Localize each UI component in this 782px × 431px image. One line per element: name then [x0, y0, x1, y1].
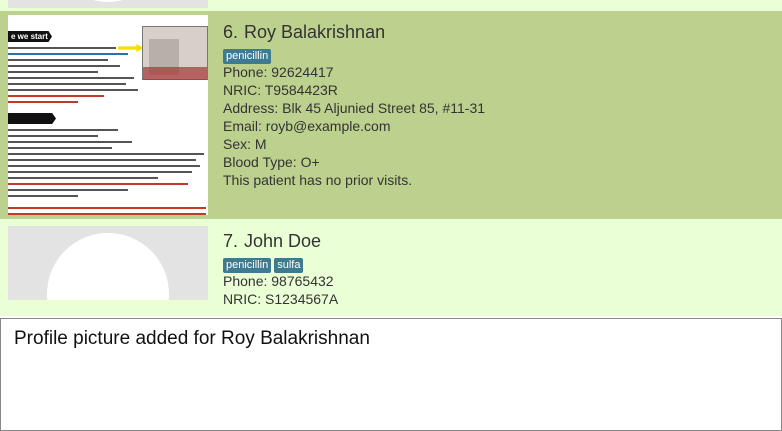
- tag-badge: sulfa: [274, 258, 304, 273]
- profile-picture-document: e we start: [8, 15, 208, 215]
- sex-field: Sex: M: [223, 136, 267, 152]
- default-avatar-icon: [47, 233, 169, 300]
- patient-card-selected[interactable]: e we start 6. Roy Balakrishnan penicilli…: [0, 11, 782, 219]
- doc-banner: e we start: [8, 31, 52, 42]
- nric-field: NRIC: S1234567A: [223, 291, 339, 307]
- result-message: Profile picture added for Roy Balakrishn…: [14, 328, 370, 349]
- doc-banner-text: e we start: [11, 32, 48, 41]
- patient-card-previous[interactable]: [0, 0, 782, 11]
- tag-list: penicillin: [223, 46, 485, 64]
- patient-name: 7. John Doe: [223, 229, 338, 253]
- address-field: Address: Blk 45 Aljunied Street 85, #11-…: [223, 100, 486, 116]
- avatar: [8, 226, 208, 300]
- patient-info: 7. John Doe penicillin sulfa Phone: 987654…: [223, 222, 338, 308]
- patient-card[interactable]: 7. John Doe penicillin sulfa Phone: 987654…: [0, 222, 782, 316]
- avatar: [8, 0, 208, 8]
- blood-type-field: Blood Type: O+: [223, 154, 320, 170]
- patient-name-text: Roy Balakrishnan: [244, 22, 386, 42]
- patient-name-text: John Doe: [244, 231, 322, 251]
- visits-field: This patient has no prior visits.: [223, 172, 413, 188]
- patient-index: 6.: [223, 22, 239, 42]
- patient-info: 6. Roy Balakrishnan penicillin Phone: 926…: [223, 11, 485, 189]
- doc-banner: [8, 113, 56, 124]
- nric-field: NRIC: T9584423R: [223, 82, 338, 98]
- arrow-icon: [118, 44, 144, 52]
- phone-field: Phone: 92624417: [223, 64, 334, 80]
- phone-field: Phone: 98765432: [223, 273, 334, 289]
- patient-index: 7.: [223, 231, 239, 251]
- tag-list: penicillin sulfa: [223, 255, 338, 273]
- email-field: Email: royb@example.com: [223, 118, 391, 134]
- avatar: e we start: [8, 15, 208, 215]
- patient-list[interactable]: e we start 6. Roy Balakrishnan penicilli…: [0, 0, 782, 316]
- tag-badge: penicillin: [223, 49, 272, 64]
- patient-name: 6. Roy Balakrishnan: [223, 20, 485, 44]
- doc-photo-inset: [142, 26, 208, 80]
- tag-badge: penicillin: [223, 258, 272, 273]
- result-display[interactable]: Profile picture added for Roy Balakrishn…: [0, 318, 782, 431]
